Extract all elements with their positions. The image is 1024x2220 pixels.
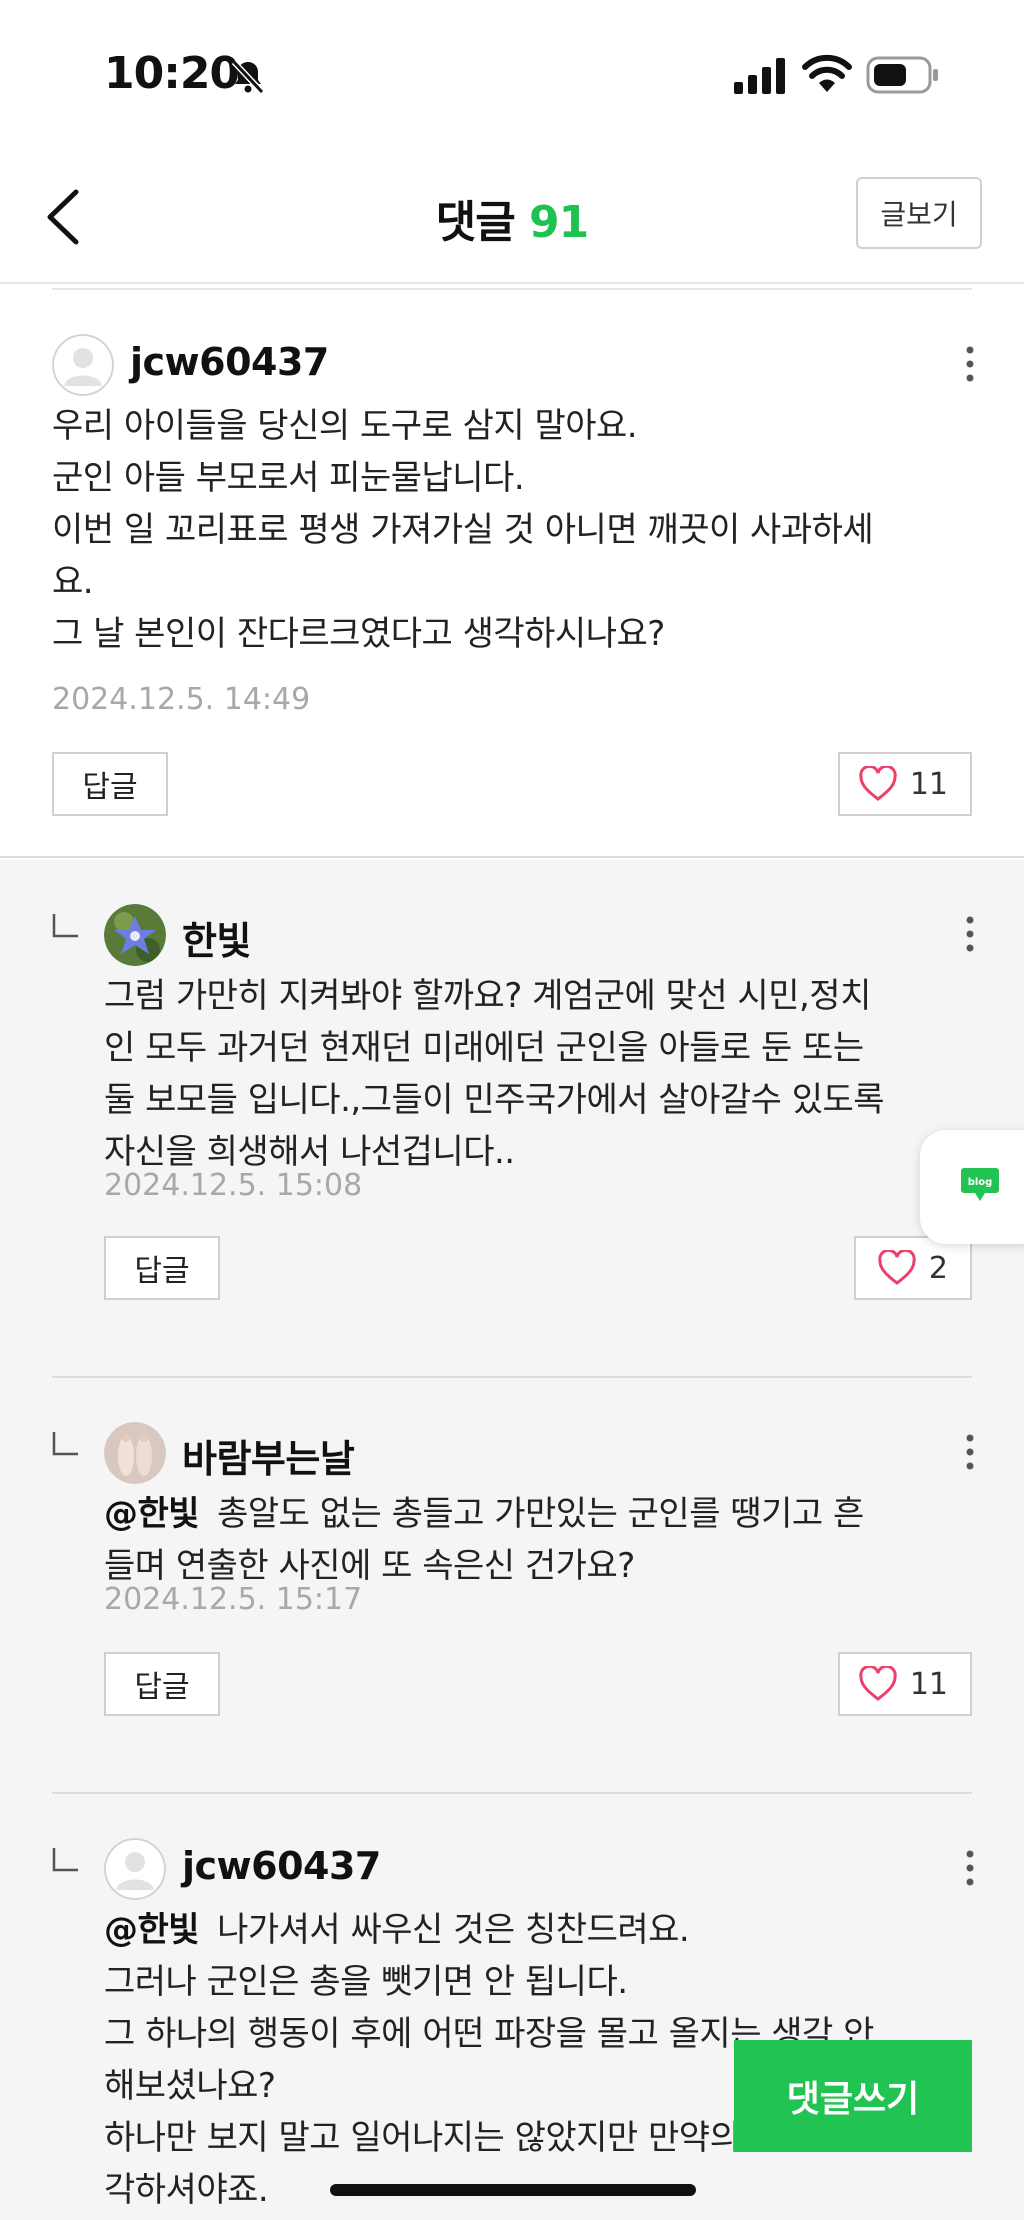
blog-icon: blog (961, 1168, 999, 1201)
mention[interactable]: @한빛 (104, 1910, 200, 1950)
view-post-button[interactable]: 글보기 (856, 177, 982, 249)
comment-text: @한빛 총알도 없는 총들고 가만있는 군인를 땡기고 흔 들며 연출한 사진에 … (104, 1488, 972, 1592)
reply-indent-icon (52, 1848, 78, 1872)
reply-button[interactable]: 답글 (104, 1236, 220, 1300)
username[interactable]: jcw60437 (130, 340, 329, 384)
status-bar: 10:20 (0, 0, 1024, 150)
like-count: 2 (928, 1250, 948, 1286)
mention[interactable]: @한빛 (104, 1494, 200, 1534)
blog-floating-button[interactable]: blog (920, 1130, 1024, 1244)
signal-icon (734, 58, 785, 94)
user-avatar[interactable] (104, 904, 166, 966)
username[interactable]: 바람부는날 (182, 1428, 355, 1483)
more-options-icon[interactable] (958, 342, 982, 386)
reply-indent-icon (52, 914, 78, 938)
like-button[interactable]: 11 (838, 1652, 972, 1716)
username[interactable]: 한빛 (182, 910, 251, 965)
like-button[interactable]: 11 (838, 752, 972, 816)
like-button[interactable]: 2 (854, 1236, 972, 1300)
comment-count: 91 (529, 197, 589, 248)
comment-item: jcw60437 우리 아이들을 당신의 도구로 삼지 말아요. 군인 아들 부… (0, 290, 1024, 858)
default-avatar-icon[interactable] (52, 334, 114, 396)
status-time: 10:20 (104, 48, 240, 99)
battery-icon (866, 56, 938, 94)
home-indicator (330, 2184, 696, 2196)
divider (52, 1376, 972, 1378)
default-avatar-icon[interactable] (104, 1838, 166, 1900)
comment-timestamp: 2024.12.5. 15:08 (104, 1168, 363, 1203)
user-avatar[interactable] (104, 1422, 166, 1484)
like-count: 11 (909, 766, 948, 802)
comment-body: 총알도 없는 총들고 가만있는 군인를 땡기고 흔 들며 연출한 사진에 또 속… (104, 1494, 864, 1586)
reply-indent-icon (52, 1432, 78, 1456)
divider (52, 1792, 972, 1794)
more-options-icon[interactable] (958, 912, 982, 956)
write-comment-button[interactable]: 댓글쓰기 (734, 2040, 972, 2152)
reply-button[interactable]: 답글 (104, 1652, 220, 1716)
more-options-icon[interactable] (958, 1846, 982, 1890)
reply-button[interactable]: 답글 (52, 752, 168, 816)
comment-timestamp: 2024.12.5. 14:49 (52, 682, 311, 717)
username[interactable]: jcw60437 (182, 1844, 381, 1888)
bell-slash-icon (231, 59, 265, 95)
blog-badge-text: blog (968, 1177, 993, 1188)
more-options-icon[interactable] (958, 1430, 982, 1474)
comment-text: 그럼 가만히 지켜봐야 할까요? 계엄군에 맞선 시민,정치 인 모두 과거던 … (104, 976, 885, 1172)
like-count: 11 (909, 1666, 948, 1702)
comment-timestamp: 2024.12.5. 15:17 (104, 1582, 363, 1617)
comment-text: 우리 아이들을 당신의 도구로 삼지 말아요. 군인 아들 부모로서 피눈물납니… (52, 406, 874, 654)
heart-icon (878, 1250, 916, 1285)
wifi-icon (802, 54, 852, 92)
page-title-text: 댓글 (435, 197, 516, 248)
heart-icon (859, 1666, 897, 1701)
heart-icon (859, 766, 897, 801)
replies-list: 한빛 그럼 가만히 지켜봐야 할까요? 계엄군에 맞선 시민,정치 인 모두 과… (0, 860, 1024, 2220)
header: 댓글 91 글보기 (0, 150, 1024, 284)
